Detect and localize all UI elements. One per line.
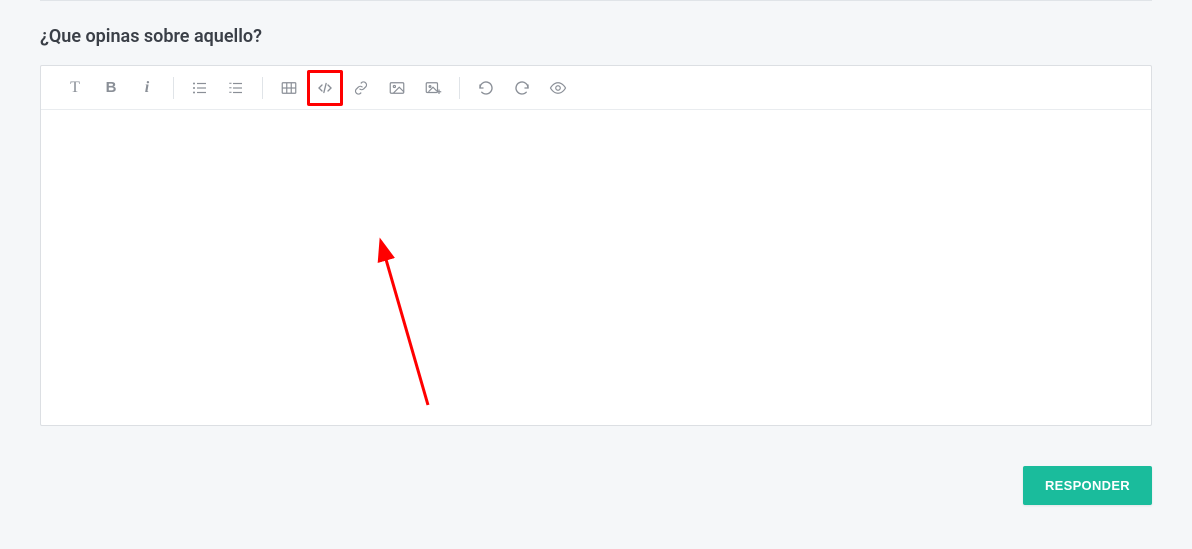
code-icon [316,79,334,97]
submit-button[interactable]: RESPONDER [1023,466,1152,505]
table-icon [279,79,299,97]
unordered-list-icon [191,79,209,97]
code-button[interactable] [307,70,343,106]
redo-button[interactable] [504,70,540,106]
redo-icon [513,79,531,97]
editor-textarea[interactable] [41,110,1151,425]
editor-toolbar: T B i [41,66,1151,110]
separator [459,77,460,99]
arrow-annotation [368,245,448,419]
rich-text-editor: T B i [40,65,1152,426]
italic-icon: i [145,79,149,97]
link-icon [352,79,370,97]
undo-button[interactable] [468,70,504,106]
separator [262,77,263,99]
ordered-list-icon [227,79,245,97]
table-button[interactable] [271,70,307,106]
image-icon [388,79,406,97]
text-style-button[interactable]: T [57,70,93,106]
bold-button[interactable]: B [93,70,129,106]
section-divider [40,0,1152,1]
image-upload-button[interactable] [415,70,451,106]
link-button[interactable] [343,70,379,106]
unordered-list-button[interactable] [182,70,218,106]
undo-icon [477,79,495,97]
eye-icon [549,79,567,97]
form-actions: RESPONDER [40,466,1152,515]
image-upload-icon [424,79,442,97]
preview-button[interactable] [540,70,576,106]
text-icon: T [70,79,80,97]
italic-button[interactable]: i [129,70,165,106]
question-title: ¿Que opinas sobre aquello? [40,26,1152,47]
image-button[interactable] [379,70,415,106]
separator [173,77,174,99]
bold-icon: B [106,79,117,96]
ordered-list-button[interactable] [218,70,254,106]
